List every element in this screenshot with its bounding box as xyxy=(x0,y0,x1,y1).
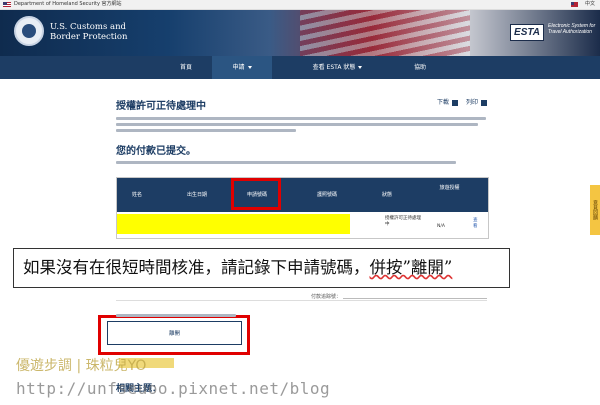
payment-note xyxy=(116,158,456,167)
main-nav: 首頁 申請 查看 ESTA 狀態 協助 xyxy=(0,56,600,79)
section-divider xyxy=(116,300,487,301)
nav-apply-label: 申請 xyxy=(232,64,245,71)
caption-suffix: 併按”離開” xyxy=(369,258,453,277)
page-title: 授權許可正待處理中 xyxy=(116,101,206,112)
chevron-down-icon xyxy=(358,66,363,69)
payment-tracking-value xyxy=(343,298,487,299)
flag-background xyxy=(300,10,470,56)
nav-check-status[interactable]: 查看 ESTA 狀態 xyxy=(300,56,375,79)
watermark-url: http://unfseuoo.pixnet.net/blog xyxy=(16,379,331,398)
download-label: 下載 xyxy=(437,99,450,106)
leave-button[interactable]: 離開 xyxy=(107,321,242,345)
download-button[interactable]: 下載 xyxy=(437,97,459,106)
col-dob: 出生日期 xyxy=(186,192,207,198)
watermark-blog-name: 優遊步調 | 珠粒兒YO xyxy=(16,358,147,374)
nav-home-label: 首頁 xyxy=(179,64,192,71)
dhs-note xyxy=(116,311,236,320)
nav-apply[interactable]: 申請 xyxy=(212,56,272,79)
feedback-tab[interactable]: 意見回饋 xyxy=(590,185,600,235)
print-icon xyxy=(481,99,488,106)
row-status: 授權許可正待處理中 xyxy=(385,216,421,227)
print-label: 列印 xyxy=(466,99,479,106)
agency-line-2: Border Protection xyxy=(50,32,128,42)
col-travel-authorization: 旅遊授權 xyxy=(439,185,460,191)
intro-paragraph xyxy=(116,114,486,135)
annotation-caption: 如果沒有在很短時間核准，請記錄下申請號碼，併按”離開” xyxy=(13,248,510,288)
application-table: 姓名 出生日期 申請號碼 護照號碼 狀態 旅遊授權 授權許可正待處理中 N/A … xyxy=(116,177,489,239)
table-header: 姓名 出生日期 申請號碼 護照號碼 狀態 旅遊授權 xyxy=(117,178,488,212)
gov-site-label: Department of Homeland Security 官方網站 xyxy=(14,1,122,7)
language-selector[interactable]: 中文 xyxy=(585,0,595,9)
payment-tracking-label: 付款追踪號： xyxy=(311,294,342,300)
nav-help-label: 協助 xyxy=(413,64,426,71)
nav-home[interactable]: 首頁 xyxy=(160,56,212,79)
nav-check-status-label: 查看 ESTA 狀態 xyxy=(312,64,356,71)
highlight-redaction xyxy=(117,214,350,234)
col-passport-number: 護照號碼 xyxy=(316,192,337,198)
print-button[interactable]: 列印 xyxy=(466,97,488,106)
download-icon xyxy=(452,99,459,106)
agency-name[interactable]: U.S. Customs and Border Protection xyxy=(50,22,128,42)
language-flag-icon xyxy=(571,2,578,7)
gov-banner: Department of Homeland Security 官方網站 中文 xyxy=(0,0,600,10)
row-view-link[interactable]: 查看 xyxy=(473,218,480,230)
esta-tagline-2: Travel Authorization xyxy=(548,29,592,35)
esta-tagline: Electronic System for Travel Authorizati… xyxy=(548,23,595,35)
us-flag-icon xyxy=(3,2,11,7)
col-status: 狀態 xyxy=(381,192,392,198)
row-travel: N/A xyxy=(437,224,445,229)
col-name: 姓名 xyxy=(131,192,142,198)
dhs-seal-icon[interactable] xyxy=(14,16,44,46)
payment-submitted-heading: 您的付款已提交。 xyxy=(116,146,196,157)
agency-line-1: U.S. Customs and xyxy=(50,22,126,32)
chevron-down-icon xyxy=(247,66,252,69)
esta-logo[interactable]: ESTA xyxy=(510,24,544,41)
caption-prefix: 如果沒有在很短時間核准，請記錄下申請號碼， xyxy=(23,258,370,277)
annotation-box-application-number xyxy=(231,178,281,210)
nav-help[interactable]: 協助 xyxy=(395,56,445,79)
header-banner: U.S. Customs and Border Protection ESTA … xyxy=(0,10,600,56)
